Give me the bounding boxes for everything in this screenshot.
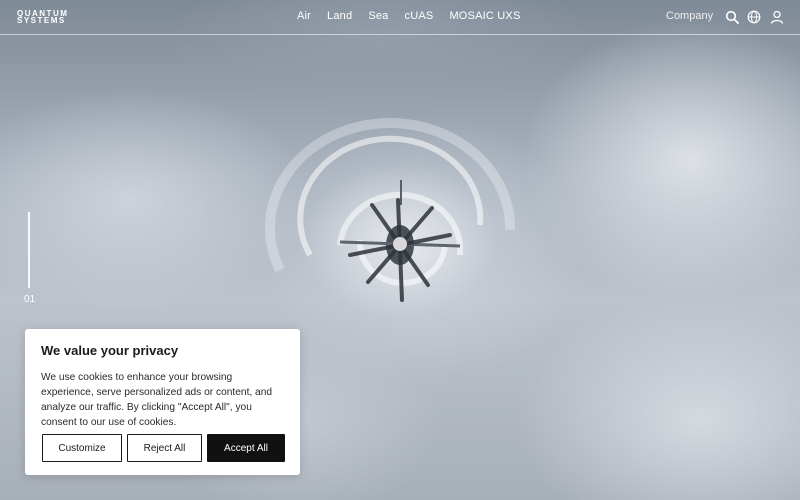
nav-item-air[interactable]: Air: [297, 10, 311, 22]
site-header: QUANTUM SYSTEMS Air Land Sea cUAS MOSAIC…: [0, 0, 800, 35]
cookie-actions: Customize Reject All Accept All: [42, 434, 285, 462]
cookie-title: We value your privacy: [41, 343, 179, 358]
accept-all-button[interactable]: Accept All: [207, 434, 285, 462]
slide-progress-bar: [28, 212, 30, 288]
cookie-text: We use cookies to enhance your browsing …: [41, 372, 273, 428]
nav-item-company[interactable]: Company: [666, 10, 713, 22]
customize-button[interactable]: Customize: [42, 434, 122, 462]
user-icon[interactable]: [770, 10, 784, 24]
cookie-consent-banner: We value your privacy We use cookies to …: [25, 329, 300, 475]
nav-item-cuas[interactable]: cUAS: [405, 10, 434, 22]
slide-number: 01: [24, 294, 36, 305]
search-icon[interactable]: [725, 10, 739, 24]
nav-item-mosaic-uxs[interactable]: MOSAIC UXS: [449, 10, 520, 22]
globe-icon[interactable]: [747, 10, 761, 24]
main-nav: Air Land Sea cUAS MOSAIC UXS: [297, 10, 521, 22]
reject-all-button[interactable]: Reject All: [127, 434, 202, 462]
nav-item-sea[interactable]: Sea: [368, 10, 388, 22]
nav-item-land[interactable]: Land: [327, 10, 352, 22]
logo[interactable]: QUANTUM SYSTEMS: [17, 10, 77, 25]
